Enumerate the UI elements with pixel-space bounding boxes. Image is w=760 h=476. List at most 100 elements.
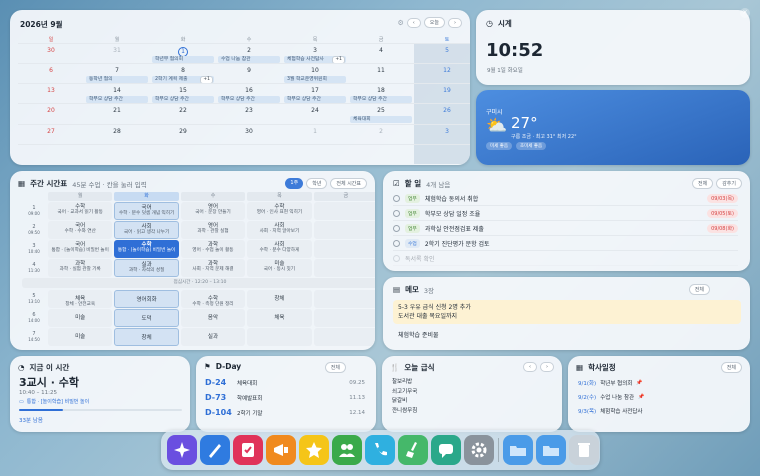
timetable-cell[interactable] [313, 309, 375, 327]
calendar-day[interactable]: 31 [84, 43, 150, 63]
calendar-day[interactable]: 16 학부모 상담 주간 [216, 83, 282, 104]
timetable-cell[interactable]: 영어 과학 · 관찰 실험 [180, 221, 246, 239]
calendar-day[interactable]: 9 [216, 63, 282, 83]
calendar-day[interactable]: 30 [216, 123, 282, 144]
calendar-day[interactable]: 3 체험학습 사전답사 +1 [282, 43, 348, 64]
calendar-day[interactable]: 27 [18, 123, 84, 144]
dday-item[interactable]: D-104 2학기 기말 12.14 [205, 408, 365, 417]
timetable-cell[interactable] [313, 328, 375, 346]
trash-icon[interactable] [569, 435, 599, 465]
timetable-cell[interactable]: 미술 [48, 328, 113, 346]
calendar-event[interactable]: 3월 학교운영위원회 [284, 76, 346, 84]
calendar-event[interactable]: 학부모 상담 주간 [86, 96, 148, 104]
gear-icon[interactable] [464, 435, 494, 465]
calendar-day[interactable]: 14 학부모 상담 주간 [84, 83, 150, 104]
calendar-day[interactable]: 21 [84, 103, 150, 123]
timetable-cell[interactable]: 도덕 [114, 309, 179, 327]
todo-checkbox[interactable] [393, 195, 400, 202]
timetable-cell[interactable]: 체육 [247, 309, 312, 327]
megaphone-icon[interactable] [266, 435, 296, 465]
calendar-day[interactable]: 24 [282, 103, 348, 123]
timetable-cell[interactable]: 과학 과학 · 실험 관찰 기록 [48, 259, 113, 277]
calendar-day[interactable]: 6 [18, 63, 84, 83]
star-icon[interactable] [299, 435, 329, 465]
timetable-cell[interactable]: 미술 [48, 309, 113, 327]
calendar-day[interactable]: 22 [150, 103, 216, 123]
timetable-cell[interactable]: 영어회화 [114, 290, 179, 308]
todo-item[interactable]: 수업 2학기 진단평가 문항 검토 [393, 237, 738, 251]
timetable-cell[interactable]: 사회 사회 · 지역 알아보기 [247, 221, 312, 239]
calendar-event[interactable]: 체육대회 [350, 116, 412, 124]
todo-item[interactable]: 독서록 확인 [393, 252, 738, 266]
schedule-all-button[interactable]: 전체 [720, 362, 742, 373]
timetable-cell[interactable] [313, 240, 375, 258]
calendar-day[interactable] [150, 143, 216, 164]
meal-next-button[interactable]: › [540, 362, 554, 372]
timetable-cell[interactable] [313, 259, 375, 277]
folder-icon[interactable] [536, 435, 566, 465]
today-button[interactable]: 오늘 [423, 17, 445, 28]
broom-icon[interactable] [398, 435, 428, 465]
timetable-cell[interactable]: 실과 [180, 328, 246, 346]
calendar-day[interactable]: 23 [216, 103, 282, 123]
phone-icon[interactable] [365, 435, 395, 465]
calendar-day[interactable] [414, 143, 470, 164]
timetable-cell[interactable]: 창체 [114, 328, 179, 346]
full-timetable-button[interactable]: 전체 시간표 [330, 178, 367, 189]
calendar-day[interactable]: 8 2학기 계획 제출 +1 [150, 63, 216, 85]
schedule-item[interactable]: 9/2(수) 수업 나눔 참관 📌 [578, 393, 738, 401]
timetable-cell[interactable]: 미술 국어 · 동시 짓기 [247, 259, 312, 277]
timetable-cell[interactable]: 영어 국어 · 문장 만들기 [180, 202, 246, 220]
timetable-cell[interactable]: 국어 통합 · [놀이학습] 비밀번 놀이 [48, 240, 113, 258]
calendar-day[interactable]: 1 [282, 123, 348, 144]
chat-icon[interactable] [431, 435, 461, 465]
timetable-cell[interactable] [313, 221, 375, 239]
timetable-cell[interactable]: 수학 수학 · 측정 단원 정리 [180, 290, 246, 308]
dday-item[interactable]: D-24 체육대회 09.25 [205, 378, 365, 387]
calendar-day[interactable]: 20 [18, 103, 84, 123]
dday-all-button[interactable]: 전체 [324, 362, 346, 373]
calendar-day[interactable]: 1 학년부 협의회 [150, 43, 216, 63]
people-icon[interactable] [332, 435, 362, 465]
calendar-event[interactable]: 동학년 협의 [86, 76, 148, 84]
timetable-cell[interactable]: 국어 수학 · 분수 덧셈 개념 익히기 [114, 202, 179, 220]
timetable-cell[interactable]: 수학 영어 · 인사 표현 익히기 [247, 202, 312, 220]
dday-item[interactable]: D-73 학예발표회 11.13 [205, 393, 365, 402]
timetable-cell[interactable]: 사회 국어 · 읽고 생각 나누기 [114, 221, 179, 239]
prev-month-button[interactable]: ‹ [406, 17, 421, 28]
calendar-day[interactable]: 26 [414, 103, 470, 124]
calendar-event[interactable]: 학부모 상담 주간 [218, 96, 280, 104]
calendar-day[interactable]: 28 [84, 123, 150, 144]
todo-item[interactable]: 업무 체험학습 동의서 취합 09/03(목) [393, 192, 738, 206]
settings-icon[interactable]: ⚙ [398, 19, 404, 27]
calendar-day[interactable]: 2 수업 나눔 참관 [216, 43, 282, 63]
todo-hide-button[interactable]: 감추기 [716, 178, 742, 189]
calendar-event[interactable]: 학년부 협의회 [152, 56, 214, 63]
timetable-cell[interactable] [313, 290, 375, 308]
calendar-event[interactable]: 학부모 상담 주간 [152, 96, 214, 104]
timetable-cell[interactable]: 수학 국어 · 교과서 읽기 활동 [48, 202, 113, 220]
calendar-day[interactable]: 12 [414, 63, 470, 84]
pen-icon[interactable] [200, 435, 230, 465]
todo-checkbox[interactable] [393, 225, 400, 232]
calendar-day[interactable]: 19 [414, 83, 470, 104]
timetable-cell[interactable]: 체육 창체 · 안전교육 [48, 290, 113, 308]
todo-checkbox[interactable] [393, 210, 400, 217]
timetable-cell[interactable]: 창체 [247, 290, 312, 308]
calendar-day[interactable]: 11 [348, 63, 414, 83]
calendar-day[interactable]: 4 [348, 43, 414, 63]
timetable-cell[interactable]: 과학 영어 · 수업 놀이 활동 [180, 240, 246, 258]
calendar-event[interactable]: 학부모 상담 주간 [284, 96, 346, 104]
calendar-day[interactable]: 2 [348, 123, 414, 144]
todo-checkbox[interactable] [393, 255, 400, 262]
calendar-event[interactable]: 수업 나눔 참관 [218, 56, 280, 63]
calendar-event[interactable]: 학부모 상담 주간 [350, 96, 412, 104]
todo-all-button[interactable]: 전체 [691, 178, 714, 189]
todo-item[interactable]: 업무 과학실 안전점검표 제출 09/08(화) [393, 222, 738, 236]
schedule-item[interactable]: 9/1(화) 학년부 협의회 📌 [578, 379, 738, 387]
calendar-day[interactable]: 17 학부모 상담 주간 [282, 83, 348, 104]
timetable-cell[interactable]: 국어 수학 · 수와 연산 [48, 221, 113, 239]
timetable-cell[interactable]: 음악 [180, 309, 246, 327]
memo-note[interactable]: 5-3 우유 급식 신청 2명 추가 도서관 대출 목요일까지 [393, 300, 741, 324]
calendar-day[interactable]: 15 학부모 상담 주간 [150, 83, 216, 104]
